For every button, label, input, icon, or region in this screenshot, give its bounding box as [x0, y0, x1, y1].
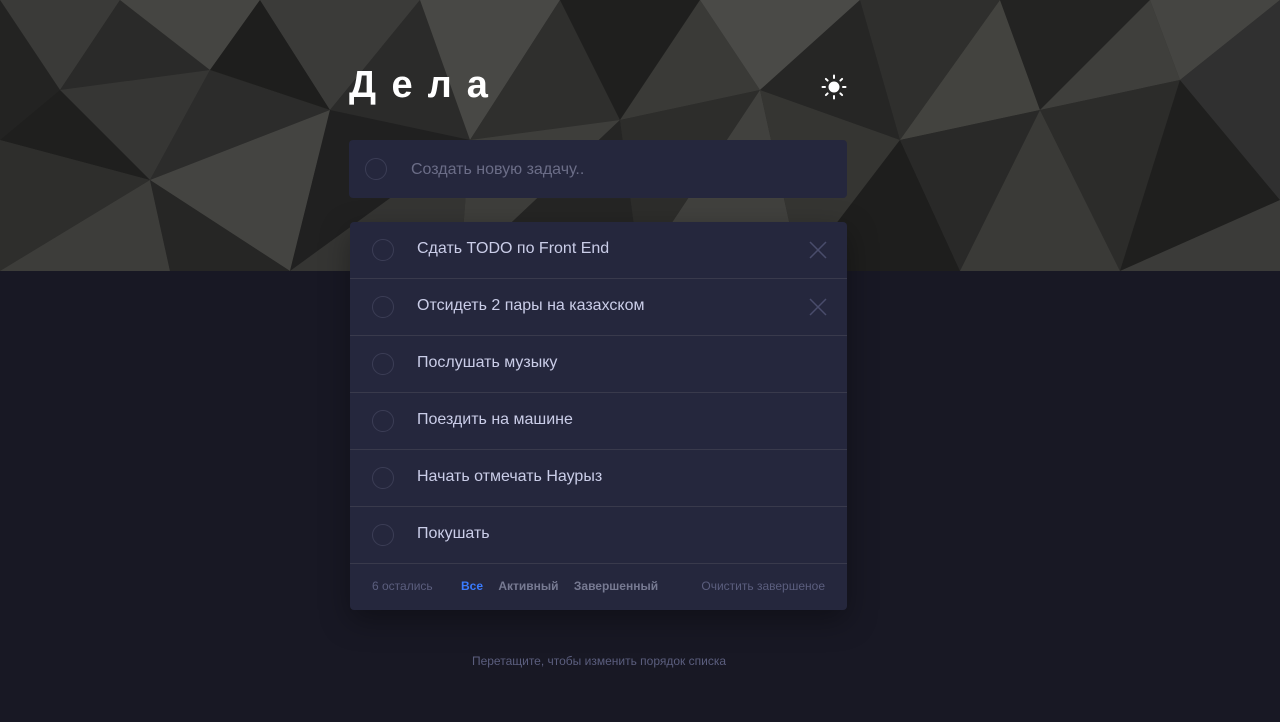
- todo-item[interactable]: Поездить на машине: [350, 393, 847, 450]
- delete-button[interactable]: [809, 241, 827, 259]
- filter-completed-button[interactable]: Завершенный: [574, 579, 658, 593]
- todo-text: Начать отмечать Наурыз: [417, 468, 603, 485]
- close-icon: [809, 298, 827, 316]
- filter-all-button[interactable]: Все: [461, 579, 483, 593]
- theme-toggle-button[interactable]: [821, 74, 847, 100]
- todo-text: Покушать: [417, 525, 490, 542]
- todo-text: Сдать TODO по Front End: [417, 240, 610, 257]
- todo-item[interactable]: Сдать TODO по Front End: [350, 222, 847, 279]
- todo-footer: 6 остались Все Активный Завершенный Очис…: [350, 564, 847, 610]
- todo-list: Сдать TODO по Front End Отсидеть 2 пары …: [350, 222, 847, 610]
- todo-item[interactable]: Отсидеть 2 пары на казахском: [350, 279, 847, 336]
- delete-button[interactable]: [809, 298, 827, 316]
- todo-checkbox[interactable]: [372, 353, 394, 375]
- new-todo-checkbox[interactable]: [365, 158, 387, 180]
- filter-active-button[interactable]: Активный: [498, 579, 558, 593]
- todo-text: Послушать музыку: [417, 354, 558, 371]
- todo-checkbox[interactable]: [372, 410, 394, 432]
- drag-hint: Перетащите, чтобы изменить порядок списк…: [471, 654, 727, 668]
- todo-text: Отсидеть 2 пары на казахском: [417, 297, 645, 314]
- todo-text: Поездить на машине: [417, 411, 573, 428]
- clear-completed-button[interactable]: Очистить завершеное: [701, 564, 825, 608]
- page-title: Дела: [349, 64, 503, 106]
- todo-checkbox[interactable]: [372, 524, 394, 546]
- todo-item[interactable]: Послушать музыку: [350, 336, 847, 393]
- new-todo-input[interactable]: [409, 154, 833, 186]
- todo-item[interactable]: Покушать: [350, 507, 847, 564]
- header: Дела: [349, 62, 847, 112]
- close-icon: [809, 241, 827, 259]
- sun-icon: [821, 74, 847, 100]
- todo-item[interactable]: Начать отмечать Наурыз: [350, 450, 847, 507]
- items-left-count: 6 остались: [372, 579, 433, 593]
- todo-checkbox[interactable]: [372, 296, 394, 318]
- todo-checkbox[interactable]: [372, 467, 394, 489]
- filter-group: Все Активный Завершенный: [461, 564, 670, 608]
- new-todo-form: [349, 140, 847, 198]
- todo-checkbox[interactable]: [372, 239, 394, 261]
